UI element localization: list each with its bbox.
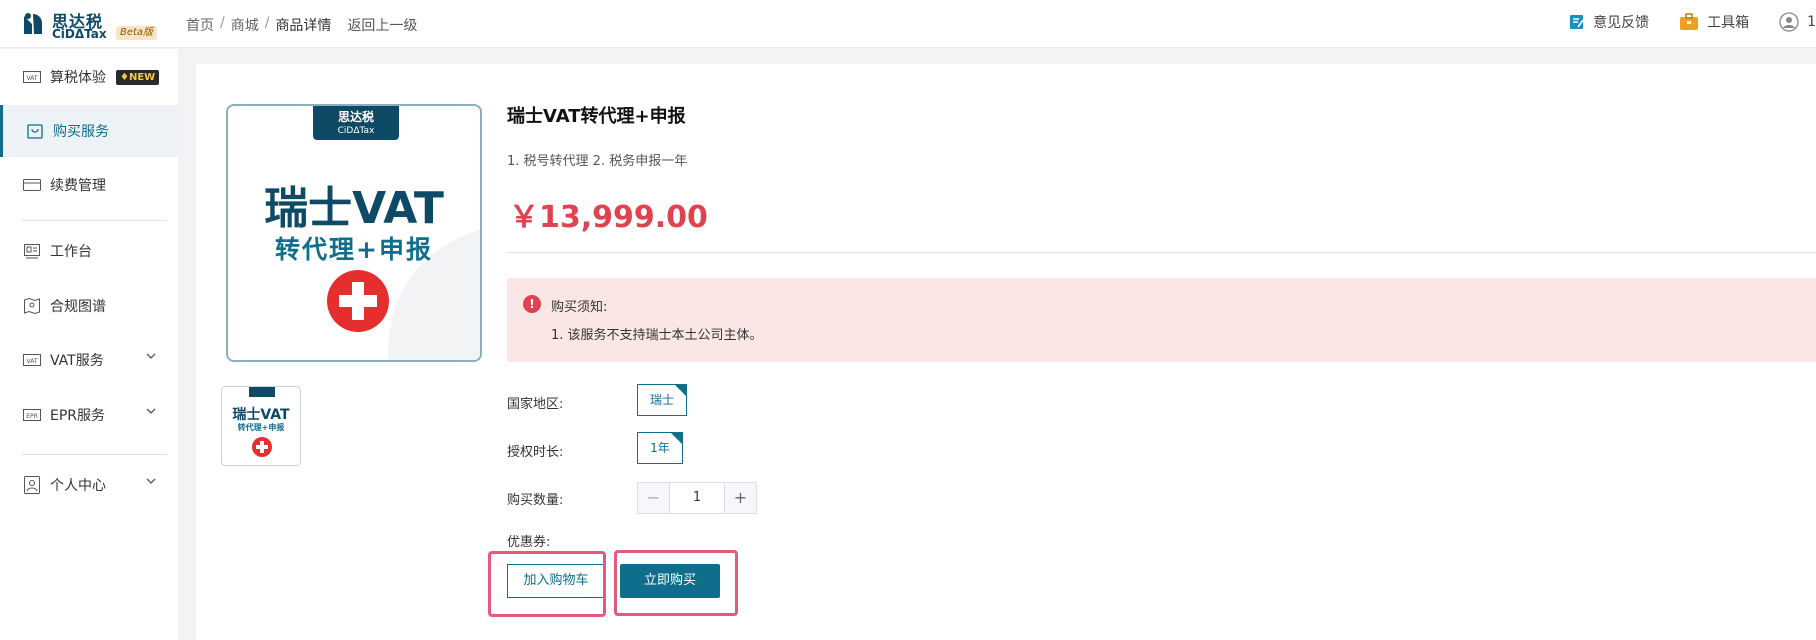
selected-corner-icon: [675, 385, 686, 396]
sidebar-item-label: 个人中心: [50, 478, 106, 494]
feedback-icon: [1570, 15, 1584, 29]
product-description: 1. 税号转代理 2. 税务申报一年: [507, 154, 688, 169]
thumbnail-subtitle: 转代理+申报: [237, 423, 285, 432]
sidebar-item-compliance-map[interactable]: 合规图谱: [0, 280, 178, 332]
beta-badge: Beta版: [116, 26, 158, 40]
region-value: 瑞士: [649, 393, 674, 407]
user-menu[interactable]: 1: [1779, 12, 1816, 32]
sidebar-item-label: 合规图谱: [50, 299, 106, 315]
user-icon: [22, 476, 42, 494]
sidebar-divider: [22, 220, 167, 221]
sidebar-item-label: EPR服务: [50, 408, 106, 424]
divider: [507, 252, 1816, 253]
swiss-cross-icon: [327, 270, 389, 332]
breadcrumb-separator: /: [264, 15, 270, 31]
highlight-box: [488, 551, 606, 617]
breadcrumb-separator: /: [220, 15, 225, 31]
product-thumbnail[interactable]: 瑞士VAT 转代理+申报: [221, 386, 301, 466]
region-label: 国家地区:: [507, 397, 564, 412]
sidebar-item-label: 算税体验: [50, 70, 106, 86]
new-badge: ♦NEW: [116, 69, 160, 85]
breadcrumb-current: 商品详情: [275, 18, 332, 34]
svg-text:VAT: VAT: [26, 75, 37, 82]
increase-button[interactable]: +: [724, 483, 756, 513]
toolbox-icon: [1680, 13, 1699, 30]
swiss-cross-icon: [252, 437, 272, 457]
feedback-label: 意见反馈: [1593, 15, 1650, 31]
sidebar-item-personal-center[interactable]: 个人中心: [0, 459, 178, 511]
avatar-icon: [1779, 12, 1799, 32]
highlight-box: [614, 550, 738, 616]
decrease-button[interactable]: −: [638, 483, 670, 513]
logo-mark-icon: [24, 13, 42, 34]
chevron-down-icon: [146, 408, 156, 414]
vat-icon: VAT: [22, 352, 42, 368]
warning-icon: !: [523, 295, 541, 313]
shopping-bag-icon: [25, 123, 45, 139]
product-price: ￥13,999.00: [509, 200, 708, 235]
quantity-input[interactable]: 1: [670, 483, 724, 513]
sidebar-item-renewal[interactable]: 续费管理: [0, 159, 178, 211]
sidebar-item-label: VAT服务: [50, 353, 104, 369]
sidebar-item-epr-service[interactable]: EPR EPR服务: [0, 389, 178, 441]
duration-option[interactable]: 1年: [637, 432, 683, 464]
sidebar: VAT 算税体验 ♦NEW 购买服务 续费管理 工作台 合规图谱 VAT VAT…: [0, 49, 178, 640]
notice-title: 购买须知:: [551, 300, 608, 315]
thumbnail-logo: [249, 387, 275, 397]
sidebar-item-workbench[interactable]: 工作台: [0, 225, 178, 277]
card-icon: [22, 177, 42, 193]
thumbnail-title: 瑞士VAT: [232, 407, 290, 423]
top-bar: 思达税 CiDΔTax Beta版 首页 / 商城 / 商品详情 返回上一级 意…: [0, 0, 1816, 48]
sidebar-item-label: 续费管理: [50, 178, 106, 194]
quantity-stepper: − 1 +: [637, 482, 757, 514]
image-title: 瑞士VAT: [264, 183, 444, 234]
sidebar-item-vat-service[interactable]: VAT VAT服务: [0, 334, 178, 386]
product-main-image: 思达税 CiDΔTax 瑞士VAT 转代理+申报: [226, 104, 482, 362]
toolbox-button[interactable]: 工具箱: [1679, 12, 1749, 32]
workbench-icon: [22, 243, 42, 259]
top-right-actions: 意见反馈 工具箱 1: [1539, 12, 1816, 32]
region-option[interactable]: 瑞士: [637, 384, 687, 416]
purchase-notice: ! 购买须知: 1. 该服务不支持瑞士本土公司主体。: [507, 278, 1816, 362]
map-icon: [22, 297, 42, 315]
vat-icon: VAT: [22, 69, 42, 85]
chevron-down-icon: [146, 478, 156, 484]
svg-text:VAT: VAT: [26, 358, 37, 365]
quantity-label: 购买数量:: [507, 493, 564, 508]
sidebar-item-buy-service[interactable]: 购买服务: [0, 105, 178, 157]
epr-icon: EPR: [22, 407, 42, 423]
back-link[interactable]: 返回上一级: [347, 15, 417, 35]
sidebar-item-label: 工作台: [50, 244, 92, 260]
product-title: 瑞士VAT转代理+申报: [507, 106, 686, 127]
sidebar-item-tax-calc[interactable]: VAT 算税体验 ♦NEW: [0, 51, 178, 103]
toolbox-label: 工具箱: [1707, 15, 1750, 31]
sidebar-item-label: 购买服务: [53, 124, 109, 140]
image-subtitle: 转代理+申报: [275, 235, 433, 264]
user-name: 1: [1807, 14, 1816, 30]
product-detail-panel: 思达税 CiDΔTax 瑞士VAT 转代理+申报 瑞士VAT 转代理+申报 瑞士…: [196, 64, 1816, 640]
duration-value: 1年: [650, 441, 670, 455]
notice-line: 1. 该服务不支持瑞士本土公司主体。: [551, 328, 763, 343]
image-logo-badge: 思达税 CiDΔTax: [313, 106, 399, 140]
coupon-label: 优惠券:: [507, 535, 551, 550]
chevron-down-icon: [146, 353, 156, 359]
sidebar-divider: [22, 454, 167, 455]
breadcrumb-mall[interactable]: 商城: [231, 15, 259, 35]
logo-text-en: CiDΔTax: [52, 27, 107, 41]
breadcrumb: 首页 / 商城 / 商品详情 返回上一级: [186, 15, 423, 35]
logo[interactable]: 思达税 CiDΔTax Beta版: [20, 8, 170, 41]
breadcrumb-home[interactable]: 首页: [186, 15, 214, 35]
selected-corner-icon: [671, 433, 682, 444]
svg-text:EPR: EPR: [26, 413, 38, 420]
feedback-button[interactable]: 意见反馈: [1569, 12, 1649, 32]
duration-label: 授权时长:: [507, 445, 564, 460]
